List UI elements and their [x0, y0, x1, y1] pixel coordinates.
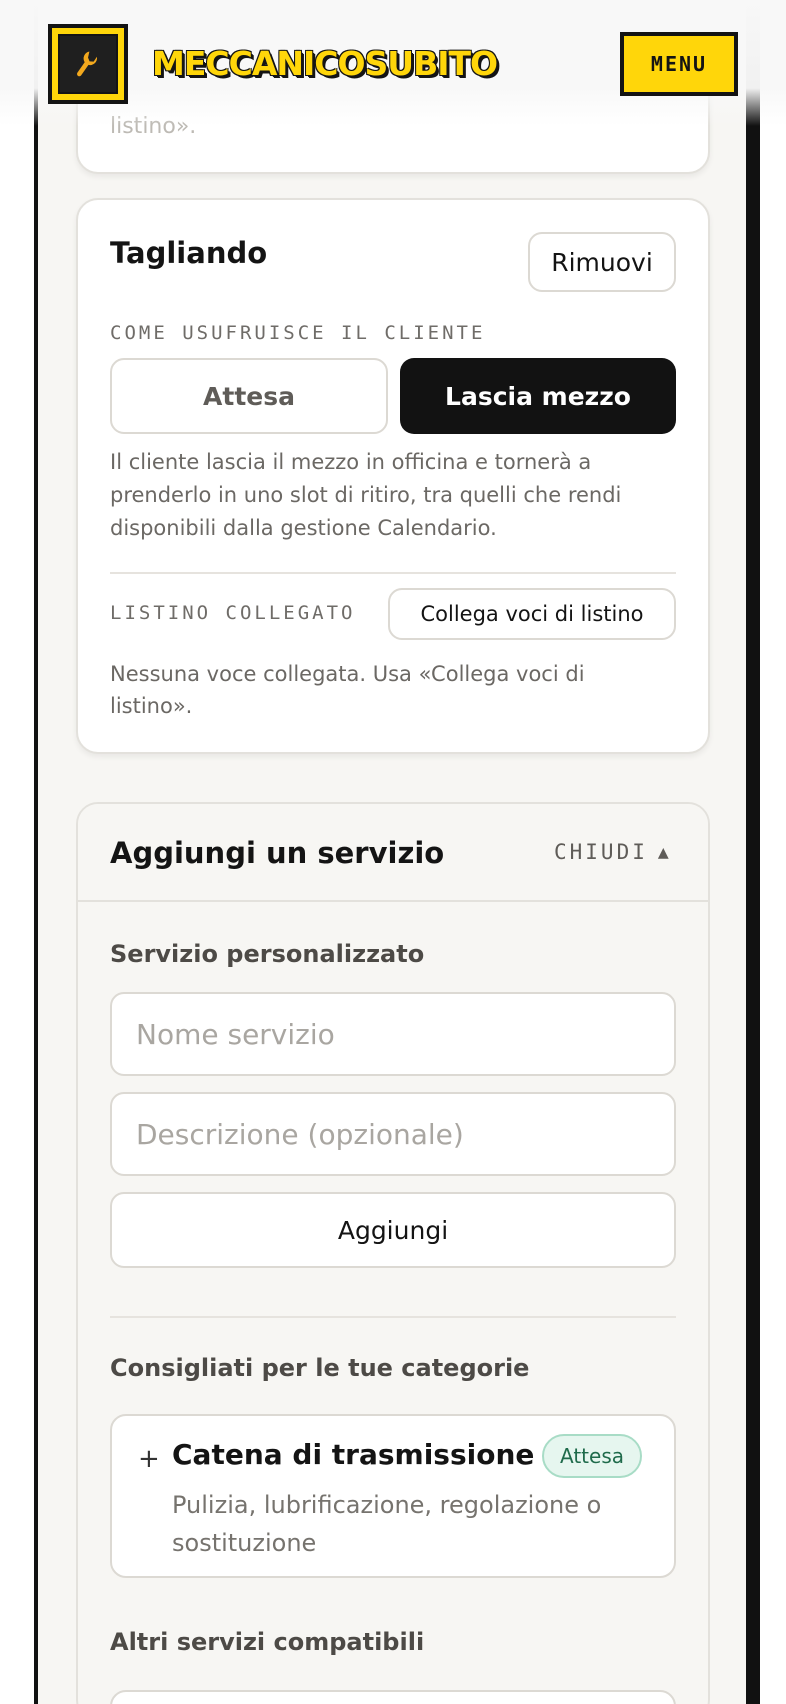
compatible-service-item[interactable]: [110, 1690, 676, 1704]
close-toggle[interactable]: CHIUDI ▲: [554, 840, 672, 864]
listino-empty-text: Nessuna voce collegata. Usa «Collega voc…: [110, 662, 585, 718]
divider: [110, 572, 676, 574]
usage-description: Il cliente lascia il mezzo in officina e…: [110, 450, 622, 540]
add-service-header[interactable]: Aggiungi un servizio CHIUDI ▲: [78, 804, 708, 902]
option-wait-button[interactable]: Attesa: [110, 358, 388, 434]
wrench-icon: [58, 34, 118, 94]
menu-button[interactable]: MENU: [620, 32, 738, 96]
plus-icon: +: [138, 1444, 160, 1474]
logo[interactable]: [48, 24, 128, 104]
service-name-input[interactable]: [110, 992, 676, 1076]
add-service-panel: Aggiungi un servizio CHIUDI ▲ Servizio p…: [76, 802, 710, 1704]
other-services-heading: Altri servizi compatibili: [110, 1628, 425, 1656]
wait-badge: Attesa: [542, 1434, 642, 1478]
listino-label: LISTINO COLLEGATO: [110, 602, 356, 624]
triangle-up-icon: ▲: [657, 841, 672, 863]
close-label: CHIUDI: [554, 840, 648, 864]
recommended-service-description: Pulizia, lubrificazione, regolazione o s…: [172, 1491, 602, 1557]
option-leave-vehicle-button[interactable]: Lascia mezzo: [400, 358, 676, 434]
add-service-title: Aggiungi un servizio: [110, 836, 445, 870]
recommended-service-name: Catena di trasmissione: [172, 1438, 535, 1471]
brand-name[interactable]: MECCANICOSUBITO: [152, 44, 498, 88]
service-card-tagliando: Tagliando Rimuovi COME USUFRUISCE IL CLI…: [76, 198, 710, 754]
service-description-input[interactable]: [110, 1092, 676, 1176]
divider: [110, 1316, 676, 1318]
service-title: Tagliando: [110, 236, 268, 270]
usage-label: COME USUFRUISCE IL CLIENTE: [110, 322, 486, 344]
top-header: MECCANICOSUBITO MENU: [0, 0, 786, 126]
recommended-service-item[interactable]: + Catena di trasmissione Attesa Pulizia,…: [110, 1414, 676, 1578]
recommended-heading: Consigliati per le tue categorie: [110, 1354, 530, 1382]
add-button[interactable]: Aggiungi: [110, 1192, 676, 1268]
link-price-list-button[interactable]: Collega voci di listino: [388, 588, 676, 640]
remove-button[interactable]: Rimuovi: [528, 232, 676, 292]
custom-service-heading: Servizio personalizzato: [110, 940, 425, 968]
